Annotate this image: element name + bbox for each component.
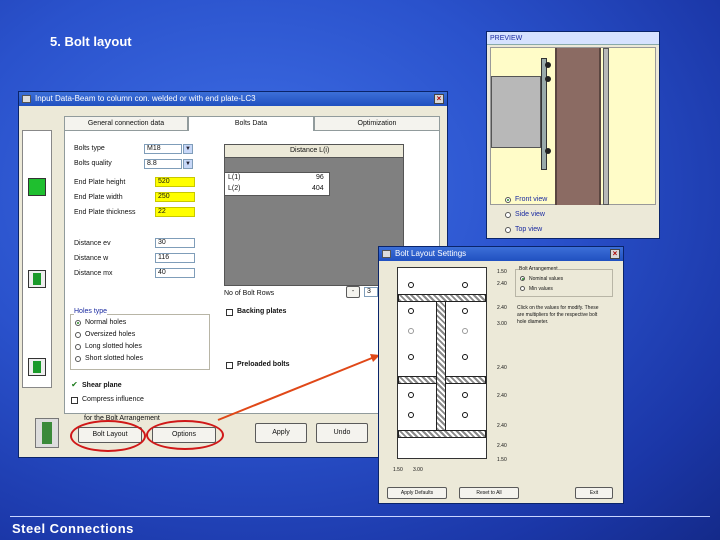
tab-bolts-data[interactable]: Bolts Data — [188, 116, 314, 131]
dimension-value[interactable]: 2.40 — [497, 281, 507, 287]
dimension-value[interactable]: 3.00 — [413, 467, 423, 473]
dimension-value[interactable]: 2.40 — [497, 305, 507, 311]
close-icon[interactable]: × — [610, 249, 620, 259]
bolt-hole[interactable] — [408, 354, 414, 360]
bolt-hole[interactable] — [462, 392, 468, 398]
bolt-arrangement-group — [515, 269, 613, 297]
apply-defaults-button[interactable]: Apply Defaults — [387, 487, 447, 499]
nominal-values-label: Nominal values — [529, 276, 564, 282]
app-icon — [382, 250, 391, 258]
bolt-hole[interactable] — [408, 328, 414, 334]
bolt-hole[interactable] — [408, 412, 414, 418]
min-values-radio[interactable] — [520, 286, 525, 291]
bolt-hole[interactable] — [462, 282, 468, 288]
bolt-hole[interactable] — [408, 282, 414, 288]
bolt-hole[interactable] — [462, 354, 468, 360]
flange-bottom — [398, 430, 486, 438]
dimension-value[interactable]: 2.40 — [497, 423, 507, 429]
dimension-value[interactable]: 2.40 — [497, 393, 507, 399]
bolt-hole[interactable] — [408, 392, 414, 398]
dimension-value[interactable]: 1.50 — [393, 467, 403, 473]
settings-note: Click on the values for modify. These ar… — [517, 305, 599, 325]
nominal-values-radio[interactable] — [520, 276, 525, 281]
min-values-label: Min values — [529, 286, 553, 292]
web — [436, 302, 446, 430]
reset-all-button[interactable]: Reset to All — [459, 487, 519, 499]
flange-top — [398, 294, 486, 302]
end-plate-drawing — [397, 267, 487, 459]
settings-title: Bolt Layout Settings — [395, 249, 467, 258]
bolt-hole[interactable] — [462, 328, 468, 334]
bolt-layout-settings-dialog: Bolt Layout Settings × 1.50 2.40 2.40 3.… — [378, 246, 624, 504]
bolt-hole[interactable] — [462, 308, 468, 314]
settings-titlebar: Bolt Layout Settings × — [379, 247, 623, 261]
exit-button[interactable]: Exit — [575, 487, 613, 499]
dimension-value[interactable]: 3.00 — [497, 321, 507, 327]
dimension-value[interactable]: 2.40 — [497, 365, 507, 371]
bolt-hole[interactable] — [462, 412, 468, 418]
arrow-line — [217, 357, 373, 421]
dimension-value[interactable]: 1.50 — [497, 269, 507, 275]
dimension-value[interactable]: 2.40 — [497, 443, 507, 449]
bolt-arrangement-title: Bolt Arrangement — [519, 266, 558, 272]
bolt-hole[interactable] — [408, 308, 414, 314]
dimension-value[interactable]: 1.50 — [497, 457, 507, 463]
